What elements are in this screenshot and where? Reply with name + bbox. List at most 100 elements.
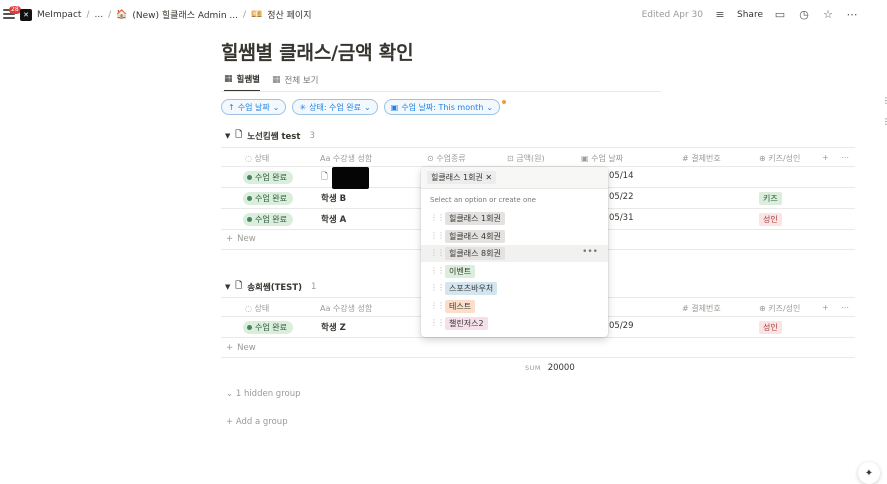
- top-actions: Edited Apr 30 ≡ Share ▭ ◷ ☆ ⋯: [642, 8, 859, 21]
- option-label: 이벤트: [445, 265, 476, 278]
- redacted-name: [332, 167, 369, 189]
- drag-handle-icon[interactable]: ⋮⋮: [430, 213, 445, 222]
- more-icon[interactable]: ⋯: [841, 303, 849, 312]
- group-header[interactable]: ▼ 🗋 노선킴쌤 test 3: [225, 129, 315, 143]
- col-kids-adult[interactable]: ⊕ 키즈/성인: [759, 303, 800, 314]
- tab-by-teacher[interactable]: ▦ 힐쌤별: [224, 73, 260, 92]
- share-button[interactable]: Share: [737, 10, 763, 20]
- page-icon: 🗋: [321, 172, 328, 182]
- breadcrumb-separator: /: [242, 9, 247, 20]
- add-column-icon[interactable]: +: [822, 303, 829, 312]
- breadcrumb-workspace[interactable]: MeImpact: [37, 10, 81, 20]
- col-student[interactable]: Aa 수강생 성함: [320, 153, 372, 164]
- status-badge[interactable]: 수업 완료: [243, 321, 293, 334]
- kids-tag[interactable]: 키즈: [759, 192, 782, 205]
- col-status[interactable]: ◌ 상태: [245, 153, 269, 164]
- workspace-icon: ✕: [20, 8, 32, 21]
- edited-time: Edited Apr 30: [641, 9, 704, 20]
- page-icon: 🗋: [235, 281, 243, 291]
- selected-chip-label: 힐클래스 1회권: [431, 173, 483, 182]
- add-column-icon[interactable]: +: [822, 153, 829, 162]
- group-header[interactable]: ▼ 🗋 송희쌤(TEST) 1: [225, 280, 316, 294]
- col-pay-no[interactable]: # 결제번호: [682, 153, 721, 164]
- sum-label: SUM: [525, 364, 541, 372]
- tab-label: 전체 보기: [284, 76, 319, 86]
- more-icon[interactable]: •••: [582, 247, 598, 257]
- tab-all[interactable]: ▦ 전체 보기: [272, 73, 319, 92]
- col-pay-no[interactable]: # 결제번호: [682, 303, 721, 314]
- drag-handle-icon[interactable]: ⋮⋮: [430, 283, 445, 292]
- more-icon[interactable]: ⋯: [845, 8, 859, 21]
- hidden-group-toggle[interactable]: ⌄ 1 hidden group: [226, 389, 300, 399]
- group-name: 노선킴쌤 test: [247, 132, 301, 142]
- select-option[interactable]: ⋮⋮ 테스트: [421, 298, 608, 315]
- group-count: 3: [309, 131, 315, 141]
- plus-icon: +: [226, 234, 234, 244]
- triangle-down-icon[interactable]: ▼: [225, 283, 230, 291]
- option-label: 힐클래스 8회권: [445, 247, 505, 260]
- add-group-label: Add a group: [235, 417, 288, 427]
- student-name[interactable]: 학생 B: [321, 192, 346, 204]
- pill-label: 수업 날짜: This month: [401, 102, 484, 112]
- selected-chip[interactable]: 힐클래스 1회권 ✕: [427, 171, 497, 184]
- sum-footer[interactable]: SUM 20000: [525, 363, 575, 373]
- column-header-row: ◌ 상태 Aa 수강생 성함 ⊙ 수업종류 ⊡ 금액(원) ▣ 수업 날짜 # …: [221, 147, 855, 167]
- drag-handle-icon[interactable]: ⋮⋮: [430, 266, 445, 275]
- drag-handle-icon[interactable]: ⋮⋮: [430, 248, 445, 257]
- breadcrumb-admin[interactable]: (New) 힐클래스 Admin ...: [132, 8, 238, 21]
- filter-pill-status[interactable]: ✳ 상태: 수업 완료 ⌄: [292, 99, 378, 115]
- page-style-icon[interactable]: ≡: [713, 8, 727, 21]
- col-date[interactable]: ▣ 수업 날짜: [581, 153, 623, 164]
- select-option[interactable]: ⋮⋮ 이벤트: [421, 263, 608, 280]
- more-icon[interactable]: ⋯: [841, 153, 849, 162]
- tab-label: 힐쌤별: [236, 75, 260, 85]
- col-status[interactable]: ◌ 상태: [245, 303, 269, 314]
- comment-icon[interactable]: ▭: [773, 8, 787, 21]
- date-cell[interactable]: 05/29: [609, 321, 634, 331]
- unsaved-indicator: [502, 100, 506, 104]
- calendar-icon: ▣: [390, 102, 399, 112]
- adult-tag[interactable]: 성인: [759, 213, 782, 226]
- student-name[interactable]: 학생 A: [321, 213, 346, 225]
- drag-handle-icon[interactable]: ⋮⋮: [430, 318, 445, 327]
- adult-tag[interactable]: 성인: [759, 321, 782, 334]
- date-cell[interactable]: 05/14: [609, 171, 634, 181]
- drag-handle-icon[interactable]: ⋮⋮: [430, 231, 445, 240]
- select-option[interactable]: ⋮⋮ 힐클래스 1회권: [421, 210, 608, 227]
- star-icon[interactable]: ☆: [821, 8, 835, 21]
- ai-sparkle-button[interactable]: ✦: [858, 462, 880, 484]
- date-cell[interactable]: 05/31: [609, 213, 634, 223]
- filter-pill-month[interactable]: ▣ 수업 날짜: This month ⌄: [383, 99, 501, 115]
- status-badge[interactable]: 수업 완료: [243, 213, 293, 226]
- date-cell[interactable]: 05/22: [609, 192, 634, 202]
- sort-pill-date[interactable]: ↑ 수업 날짜 ⌄: [221, 99, 287, 115]
- plus-icon: +: [226, 417, 234, 427]
- breadcrumb-separator: /: [86, 9, 90, 20]
- select-option[interactable]: ⋮⋮ 힐클래스 8회권 •••: [421, 245, 608, 262]
- new-row-button[interactable]: + New: [226, 234, 256, 244]
- col-amount[interactable]: ⊡ 금액(원): [507, 153, 545, 164]
- chevron-down-icon: ⌄: [486, 102, 494, 112]
- triangle-down-icon[interactable]: ▼: [225, 132, 230, 140]
- status-badge[interactable]: 수업 완료: [243, 171, 293, 184]
- col-student[interactable]: Aa 수강생 성함: [320, 303, 372, 314]
- status-badge[interactable]: 수업 완료: [243, 192, 293, 205]
- select-option[interactable]: ⋮⋮ 힐클래스 4회권: [421, 228, 608, 245]
- col-kids-adult[interactable]: ⊕ 키즈/성인: [759, 153, 800, 164]
- breadcrumb-separator: /: [108, 9, 112, 20]
- student-name[interactable]: 학생 Z: [321, 321, 346, 333]
- add-group-button[interactable]: + Add a group: [226, 417, 288, 427]
- notification-badge: 28: [9, 6, 21, 14]
- new-row-button[interactable]: + New: [226, 343, 256, 353]
- breadcrumb-ellipsis[interactable]: ...: [94, 10, 103, 20]
- history-icon[interactable]: ◷: [797, 8, 811, 21]
- col-class-type[interactable]: ⊙ 수업종류: [427, 153, 466, 164]
- breadcrumb-settlement[interactable]: 정산 페이지: [267, 8, 311, 21]
- drag-handle-icon[interactable]: ⋮⋮: [430, 301, 445, 310]
- close-icon[interactable]: ✕: [485, 173, 492, 182]
- select-option[interactable]: ⋮⋮ 스포츠바우처: [421, 280, 608, 297]
- select-option[interactable]: ⋮⋮ 챌린저스2: [421, 315, 608, 332]
- option-label: 힐클래스 4회권: [445, 230, 505, 243]
- select-input[interactable]: 힐클래스 1회권 ✕: [421, 167, 608, 189]
- new-label: New: [237, 234, 256, 244]
